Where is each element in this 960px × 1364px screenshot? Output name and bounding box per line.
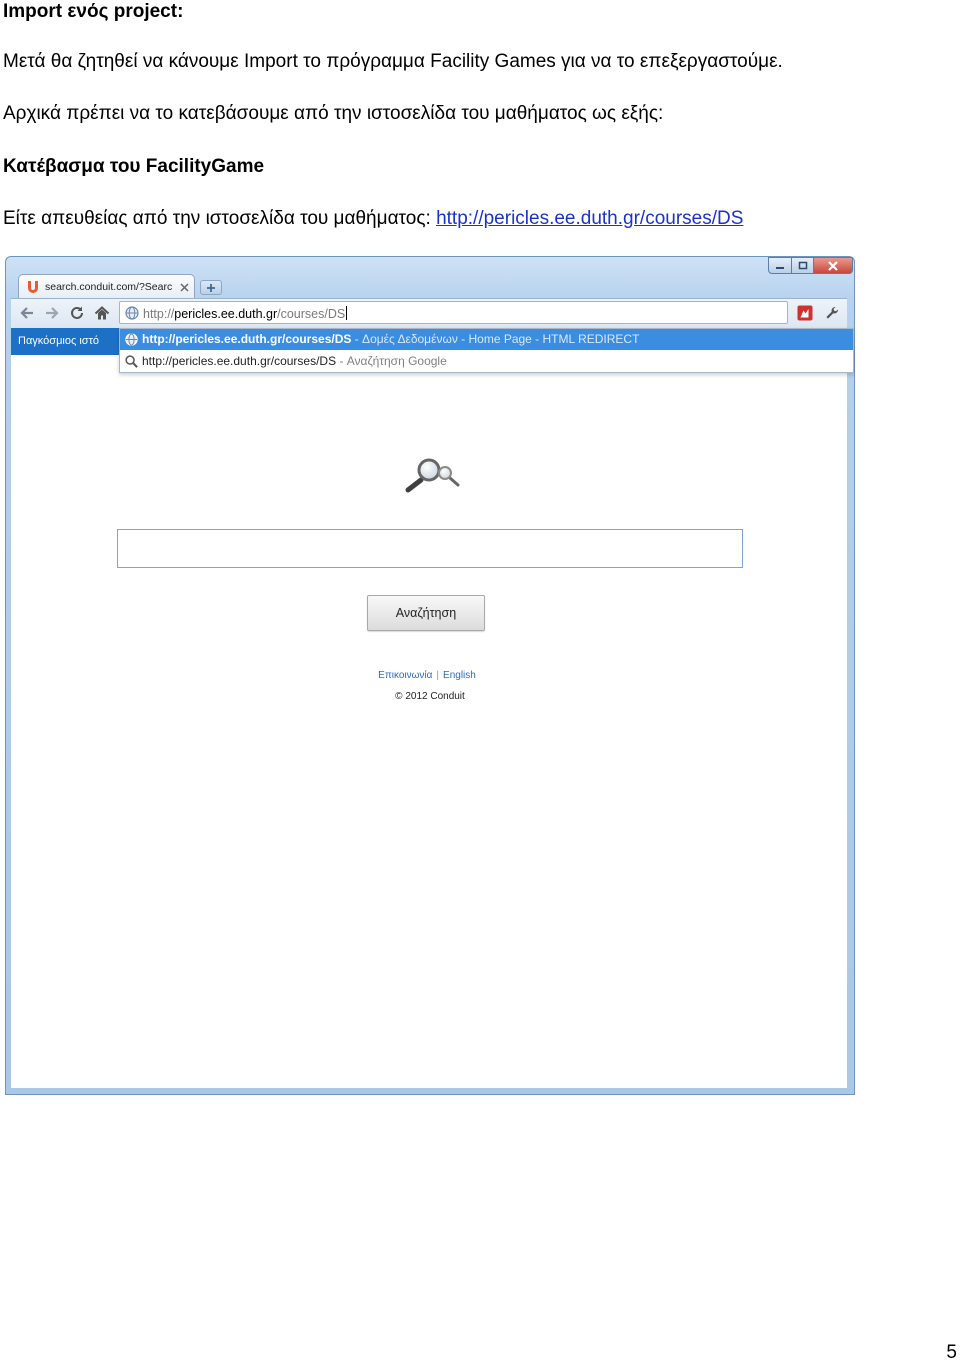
search-icon: [125, 355, 138, 368]
address-text: http://pericles.ee.duth.gr/courses/DS: [143, 306, 348, 322]
suggestion-url: http://pericles.ee.duth.gr/courses/DS: [142, 354, 337, 368]
paragraph-course-site: Είτε απευθείας από την ιστοσελίδα του μα…: [3, 207, 743, 231]
suggestion-description: - Αναζήτηση Google: [336, 354, 447, 368]
subheading-download: Κατέβασμα του FacilityGame: [3, 156, 265, 177]
contact-link[interactable]: Επικοινωνία: [378, 670, 432, 681]
maximize-button[interactable]: [791, 257, 814, 274]
tab-close-icon[interactable]: [180, 283, 189, 292]
section-heading: Import ενός project:: [3, 1, 184, 22]
suggestion-description: - Δομές Δεδομένων - Home Page - HTML RED…: [351, 332, 640, 346]
omnibox-suggestions: http://pericles.ee.duth.gr/courses/DS - …: [119, 328, 854, 373]
minimize-icon: [776, 266, 784, 269]
suggestion-text: http://pericles.ee.duth.gr/courses/DS - …: [142, 351, 447, 372]
reload-icon[interactable]: [69, 305, 85, 321]
forward-arrow-icon[interactable]: [44, 305, 60, 321]
new-tab-button[interactable]: [200, 280, 222, 295]
text-caret: [346, 306, 348, 320]
search-input[interactable]: [117, 529, 743, 568]
page-viewport: Παγκόσμιος ιστό Αναζήτηση Επικοινωνία | En…: [11, 328, 847, 1088]
copyright: © 2012 Conduit: [395, 691, 465, 702]
page-number: 5: [946, 1342, 957, 1363]
browser-tab[interactable]: search.conduit.com/?Searc: [18, 274, 195, 300]
suggestion-item[interactable]: http://pericles.ee.duth.gr/courses/DS - …: [120, 329, 853, 350]
plus-icon: [207, 283, 215, 292]
footer-links: Επικοινωνία | English: [327, 669, 527, 683]
paragraph-import: Μετά θα ζητηθεί να κάνουμε Import το πρό…: [3, 51, 783, 72]
address-scheme: http://: [143, 307, 175, 321]
paragraph-download: Αρχικά πρέπει να το κατεβάσουμε από την …: [3, 103, 664, 124]
maximize-icon: [798, 261, 807, 270]
course-site-text: Είτε απευθείας από την ιστοσελίδα του μα…: [3, 208, 437, 229]
globe-icon: [125, 306, 139, 320]
tab-title: search.conduit.com/?Searc: [45, 281, 173, 293]
suggestion-text: http://pericles.ee.duth.gr/courses/DS - …: [142, 329, 639, 350]
search-button[interactable]: Αναζήτηση: [367, 595, 485, 631]
browser-window: search.conduit.com/?Searc http://pericle…: [5, 256, 855, 1095]
extension-icon[interactable]: [797, 305, 813, 321]
magnifier-icon: [405, 458, 460, 493]
wrench-icon[interactable]: [824, 305, 840, 321]
back-arrow-icon[interactable]: [19, 305, 35, 321]
address-path: /courses/DS: [277, 307, 346, 321]
suggestion-url: http://pericles.ee.duth.gr/courses/DS: [142, 332, 352, 346]
close-icon: [828, 260, 838, 271]
home-icon[interactable]: [94, 305, 110, 321]
minimize-button[interactable]: [768, 257, 792, 274]
english-link[interactable]: English: [443, 670, 476, 681]
course-link[interactable]: http://pericles.ee.duth.gr/courses/DS: [436, 208, 743, 229]
address-bar[interactable]: http://pericles.ee.duth.gr/courses/DS: [119, 301, 788, 324]
address-host: pericles.ee.duth.gr: [174, 307, 278, 321]
suggestion-item[interactable]: http://pericles.ee.duth.gr/courses/DS - …: [120, 351, 853, 372]
conduit-toolbar-tab[interactable]: Παγκόσμιος ιστό: [11, 328, 119, 355]
close-window-button[interactable]: [813, 257, 853, 274]
globe-icon: [125, 333, 138, 346]
browser-toolbar: http://pericles.ee.duth.gr/courses/DS: [11, 298, 847, 328]
footer-separator: |: [436, 670, 440, 681]
conduit-favicon-icon: [28, 281, 38, 293]
